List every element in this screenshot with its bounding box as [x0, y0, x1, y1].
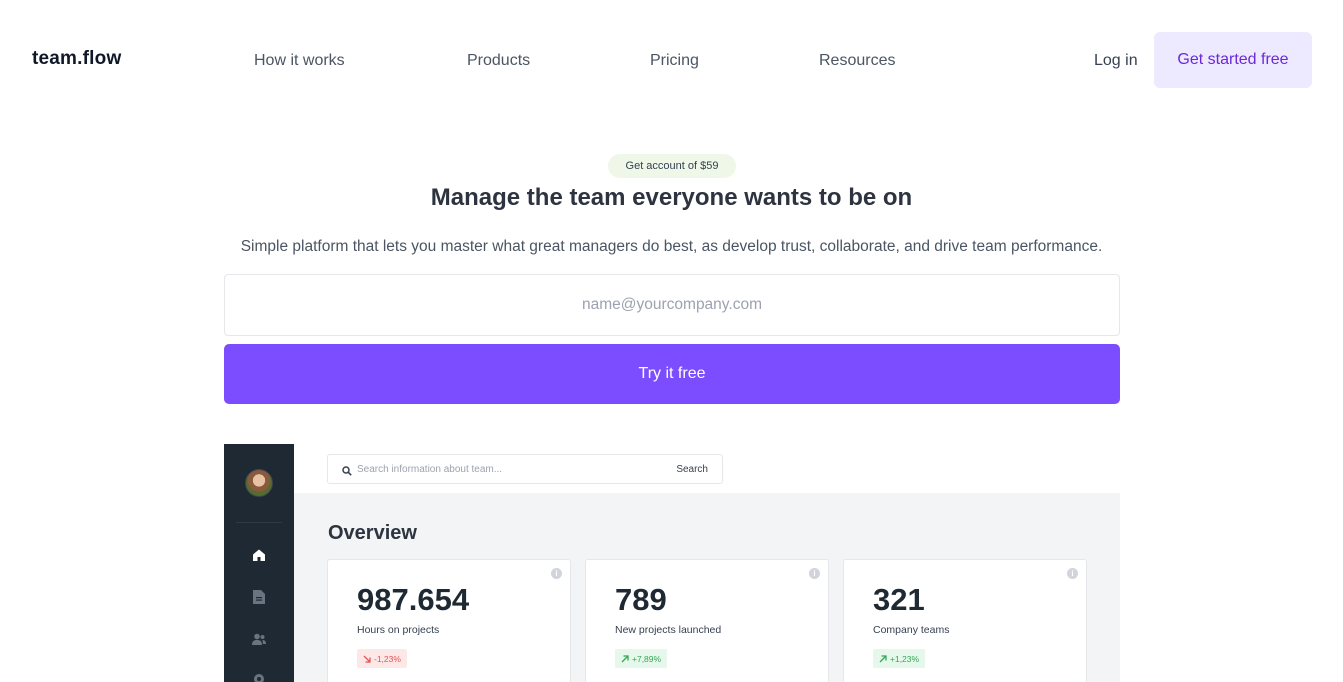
try-free-button[interactable]: Try it free	[224, 344, 1120, 404]
promo-badge: Get account of $59	[608, 154, 736, 178]
stat-label: Hours on projects	[357, 624, 440, 636]
brand-logo[interactable]: team.flow	[32, 48, 121, 70]
stat-change: +1,23%	[890, 653, 920, 664]
hero-subtitle: Simple platform that lets you master wha…	[240, 238, 1103, 255]
settings-icon[interactable]	[250, 670, 268, 682]
stat-card-hours: i 987.654 Hours on projects -1,23%	[327, 559, 571, 682]
dashboard-sidebar	[224, 444, 294, 682]
nav-link-resources[interactable]: Resources	[819, 52, 895, 70]
document-icon[interactable]	[250, 588, 268, 606]
info-icon[interactable]: i	[1067, 568, 1078, 579]
stat-label: Company teams	[873, 624, 950, 636]
stat-card-teams: i 321 Company teams +1,23%	[843, 559, 1087, 682]
search-placeholder[interactable]: Search information about team...	[357, 464, 502, 475]
dashboard-search[interactable]: Search information about team... Search	[327, 454, 723, 484]
info-icon[interactable]: i	[809, 568, 820, 579]
arrow-up-right-icon	[621, 654, 629, 662]
stat-change: -1,23%	[374, 653, 401, 664]
stat-change-badge: -1,23%	[357, 649, 407, 668]
dashboard-header: Search information about team... Search	[294, 444, 1120, 493]
hero-title: Manage the team everyone wants to be on	[430, 184, 913, 211]
stat-change: +7,89%	[632, 653, 662, 664]
avatar[interactable]	[245, 469, 273, 497]
login-link[interactable]: Log in	[1094, 52, 1138, 70]
sidebar-divider	[236, 522, 282, 523]
nav-link-how-it-works[interactable]: How it works	[254, 52, 345, 70]
stat-value: 987.654	[357, 582, 470, 617]
dashboard-preview: Search information about team... Search …	[224, 444, 1120, 682]
users-icon[interactable]	[250, 630, 268, 648]
stat-label: New projects launched	[615, 624, 722, 636]
stat-value: 789	[615, 582, 667, 617]
arrow-up-right-icon	[879, 654, 887, 662]
arrow-down-right-icon	[363, 655, 371, 663]
stat-change-badge: +1,23%	[873, 649, 926, 668]
stat-value: 321	[873, 582, 925, 617]
overview-title: Overview	[328, 522, 417, 544]
home-icon[interactable]	[250, 546, 268, 564]
stat-change-badge: +7,89%	[615, 649, 668, 668]
stat-card-projects: i 789 New projects launched +7,89%	[585, 559, 829, 682]
info-icon[interactable]: i	[551, 568, 562, 579]
nav-link-products[interactable]: Products	[467, 52, 530, 70]
search-icon	[342, 463, 352, 481]
nav-link-pricing[interactable]: Pricing	[650, 52, 699, 70]
get-started-button[interactable]: Get started free	[1154, 32, 1312, 88]
email-input[interactable]	[224, 274, 1120, 336]
search-button[interactable]: Search	[676, 464, 708, 475]
